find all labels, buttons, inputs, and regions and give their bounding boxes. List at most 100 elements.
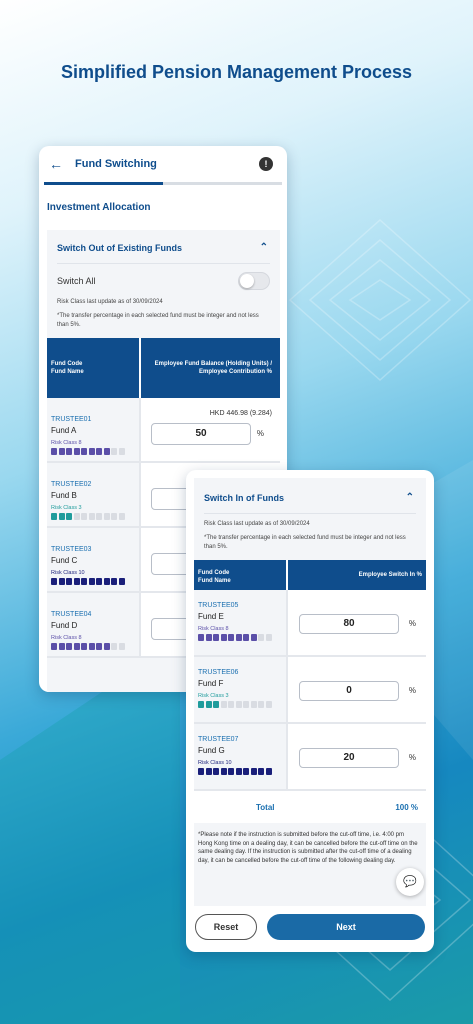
risk-class-label: Risk Class 8 — [51, 635, 82, 641]
risk-segment — [73, 448, 80, 455]
switch-in-percent-input[interactable]: 80 — [299, 614, 399, 634]
col-fund-name-label: Fund Name — [51, 369, 84, 375]
fund-code[interactable]: TRUSTEE02 — [51, 481, 139, 488]
risk-class-label: Risk Class 8 — [51, 440, 82, 446]
table-row: TRUSTEE05 Fund E Risk Class 8 80 % — [194, 590, 426, 657]
col-fund-header: Fund Code Fund Name — [194, 560, 286, 590]
step-progress-bar — [44, 182, 282, 185]
risk-segment — [111, 513, 117, 520]
risk-class-label: Risk Class 8 — [198, 626, 229, 632]
risk-segment — [228, 634, 234, 641]
risk-class-label: Risk Class 3 — [198, 693, 229, 699]
percent-unit: % — [408, 753, 416, 762]
fund-code[interactable]: TRUSTEE06 — [198, 669, 286, 676]
next-button[interactable]: Next — [267, 914, 425, 940]
risk-segment — [243, 701, 249, 708]
switch-in-percent-input[interactable]: 0 — [299, 681, 399, 701]
risk-segment — [51, 448, 57, 455]
switch-in-title: Switch In of Funds — [204, 492, 284, 503]
switch-out-header[interactable]: Switch Out of Existing Funds ⌃ — [47, 230, 280, 253]
risk-segment — [243, 768, 249, 775]
risk-segment — [205, 634, 212, 641]
fund-info: TRUSTEE07 Fund G Risk Class 10 — [194, 724, 286, 789]
fund-info: TRUSTEE04 Fund D Risk Class 8 — [47, 593, 139, 656]
risk-segment — [228, 768, 234, 775]
risk-segment — [88, 513, 95, 520]
total-row: Total 100 % — [194, 791, 426, 823]
fund-code[interactable]: TRUSTEE01 — [51, 416, 139, 423]
fund-code[interactable]: TRUSTEE03 — [51, 546, 139, 553]
risk-segment — [205, 701, 212, 708]
risk-segment — [265, 768, 272, 775]
risk-segment — [235, 768, 242, 775]
fund-code[interactable]: TRUSTEE05 — [198, 602, 286, 609]
risk-segment — [66, 578, 72, 585]
divider — [204, 513, 416, 514]
risk-segment — [220, 768, 227, 775]
col-switch-in-header: Employee Switch In % — [286, 560, 426, 590]
risk-segment — [243, 634, 249, 641]
risk-segment — [118, 578, 125, 585]
risk-segment — [66, 448, 72, 455]
chevron-up-icon[interactable]: ⌃ — [406, 492, 414, 503]
risk-segment — [265, 634, 272, 641]
risk-segment — [96, 513, 102, 520]
info-icon[interactable]: ! — [259, 157, 273, 171]
risk-segment — [198, 768, 204, 775]
risk-segment — [51, 513, 57, 520]
risk-segment — [81, 448, 87, 455]
table-row: TRUSTEE01 Fund A Risk Class 8 HKD 446.98… — [47, 398, 280, 463]
risk-segment — [198, 701, 204, 708]
risk-segment — [258, 768, 264, 775]
section-title: Investment Allocation — [47, 202, 151, 213]
fund-input-cell: 80 % — [286, 590, 426, 655]
fund-info: TRUSTEE02 Fund B Risk Class 3 — [47, 463, 139, 526]
app-header: ← Fund Switching ! — [39, 146, 287, 182]
col-fund-name-label: Fund Name — [198, 578, 231, 584]
back-arrow-icon[interactable]: ← — [49, 156, 65, 172]
fund-info: TRUSTEE01 Fund A Risk Class 8 — [47, 398, 139, 461]
table-row: TRUSTEE07 Fund G Risk Class 10 20 % — [194, 724, 426, 791]
chevron-up-icon[interactable]: ⌃ — [260, 242, 268, 253]
fund-code[interactable]: TRUSTEE07 — [198, 736, 286, 743]
risk-segment — [250, 634, 257, 641]
risk-segment — [213, 768, 219, 775]
switch-all-toggle[interactable] — [238, 272, 270, 290]
table-row: TRUSTEE06 Fund F Risk Class 3 0 % — [194, 657, 426, 724]
page-title: Fund Switching — [75, 158, 157, 170]
risk-segment — [51, 578, 57, 585]
col-fund-code-label: Fund Code — [51, 361, 83, 367]
risk-meter — [51, 578, 139, 585]
fund-code[interactable]: TRUSTEE04 — [51, 611, 139, 618]
risk-segment — [88, 643, 95, 650]
percent-unit: % — [256, 429, 264, 438]
risk-segment — [81, 578, 87, 585]
risk-segment — [58, 513, 65, 520]
switch-in-screen: Switch In of Funds ⌃ Risk Class last upd… — [186, 470, 434, 952]
chat-support-icon[interactable]: 💬 — [396, 868, 424, 896]
risk-segment — [220, 701, 227, 708]
percent-unit: % — [408, 686, 416, 695]
switch-in-percent-input[interactable]: 20 — [299, 748, 399, 768]
risk-update-note: Risk Class last update as of 30/09/2024 — [204, 521, 310, 527]
fund-name: Fund G — [198, 746, 225, 755]
risk-segment — [81, 513, 87, 520]
risk-segment — [205, 768, 212, 775]
risk-segment — [111, 448, 117, 455]
risk-segment — [213, 634, 219, 641]
percent-unit: % — [408, 619, 416, 628]
risk-class-label: Risk Class 10 — [51, 570, 85, 576]
fund-balance: HKD 446.98 (9.284) — [209, 410, 272, 417]
total-value: 100 % — [395, 802, 418, 812]
reset-button[interactable]: Reset — [195, 914, 257, 940]
transfer-note: *The transfer percentage in each selecte… — [204, 535, 406, 550]
switch-all-row: Switch All — [47, 264, 280, 290]
transfer-note: *The transfer percentage in each selecte… — [57, 313, 259, 328]
risk-segment — [220, 634, 227, 641]
switch-out-percent-input[interactable]: 50 — [151, 423, 251, 445]
fund-name: Fund A — [51, 426, 77, 435]
risk-segment — [51, 643, 57, 650]
risk-segment — [73, 513, 80, 520]
switch-in-header[interactable]: Switch In of Funds ⌃ — [194, 478, 426, 503]
risk-segment — [73, 578, 80, 585]
